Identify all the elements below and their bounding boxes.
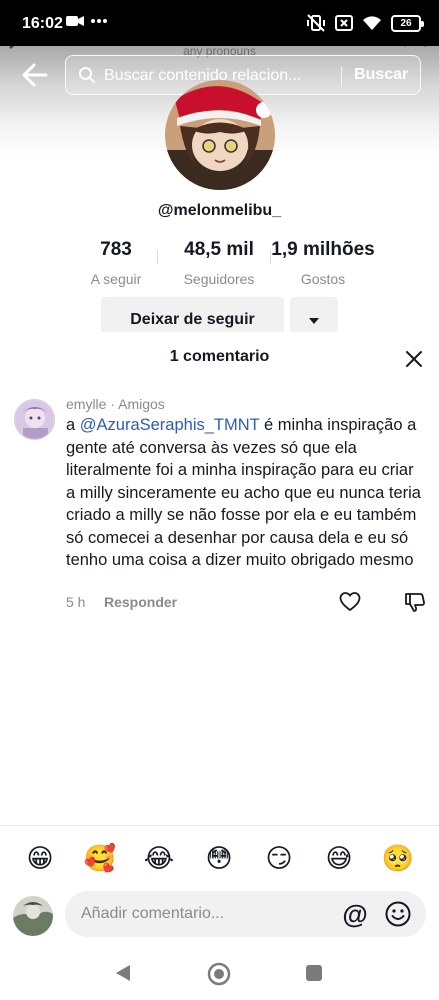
stat-likes[interactable]: 1,9 milhões Gostos — [268, 239, 378, 287]
smiley-icon[interactable] — [384, 900, 412, 928]
search-button[interactable]: Buscar — [354, 66, 408, 84]
search-icon — [79, 67, 95, 83]
emoji-pleading-button[interactable]: 🥺 — [381, 842, 415, 876]
profile-background: any pronouns Buscar contenido relacion..… — [0, 46, 439, 336]
stat-followers[interactable]: 48,5 mil Seguidores — [164, 239, 274, 287]
status-bar: 16:02 26 — [0, 0, 439, 46]
comment-input-placeholder: Añadir comentario... — [81, 905, 225, 922]
status-left-icons — [66, 14, 108, 28]
nav-recents-icon[interactable] — [305, 964, 323, 982]
profile-avatar[interactable] — [165, 80, 275, 190]
emoji-hearts-button[interactable]: 🥰 — [83, 842, 117, 876]
comment-author-meta[interactable]: emylle · Amigos — [66, 396, 165, 412]
stat-divider — [157, 250, 158, 264]
profile-username: @melonmelibu_ — [157, 202, 282, 219]
stat-value: 1,9 milhões — [271, 239, 375, 260]
wifi-icon — [363, 16, 381, 30]
emoji-grin-button[interactable]: 😁 — [23, 842, 57, 876]
emoji-laugh-button[interactable]: 😂 — [142, 842, 176, 876]
current-user-avatar-image — [13, 896, 53, 936]
battery-icon: 26 — [391, 14, 424, 32]
comment-text: a @AzuraSeraphis_TMNT é minha inspiração… — [66, 414, 426, 572]
stat-label: Gostos — [300, 271, 346, 287]
quick-emoji-bar: 😁 🥰 😂 😳 😏 😅 🥺 — [0, 842, 439, 878]
sim-x-icon — [335, 15, 353, 31]
system-nav-bar — [0, 945, 439, 1000]
comment-prefix: a — [66, 416, 80, 434]
thumbs-down-icon[interactable] — [404, 591, 426, 613]
current-user-avatar — [13, 896, 53, 936]
stat-value: 783 — [100, 239, 132, 260]
emoji-smirk-button[interactable]: 😏 — [262, 842, 296, 876]
comment-body: é minha inspiração a gente até conversa … — [66, 416, 421, 569]
battery-level: 26 — [400, 17, 412, 29]
comments-sheet: 1 comentario emylle · Amigos a @AzuraSer… — [0, 332, 439, 1000]
close-icon[interactable] — [404, 349, 424, 369]
emoji-flushed-button[interactable]: 😳 — [202, 842, 236, 876]
emoji-sweat-smile-button[interactable]: 😅 — [322, 842, 356, 876]
heart-icon[interactable] — [339, 591, 361, 613]
more-options-button[interactable] — [290, 297, 338, 336]
mention-at-button[interactable]: @ — [341, 900, 369, 928]
comment-author-avatar[interactable] — [14, 399, 55, 440]
stat-following[interactable]: 783 A seguir — [61, 239, 171, 287]
comment-timestamp: 5 h — [66, 594, 86, 610]
comment-avatar-image — [15, 400, 54, 439]
comment-input[interactable]: Añadir comentario... @ — [65, 891, 426, 937]
comments-title: 1 comentario — [169, 348, 270, 365]
search-divider — [341, 66, 342, 86]
video-camera-icon — [66, 16, 84, 26]
comment-mention-link[interactable]: @AzuraSeraphis_TMNT — [80, 416, 260, 434]
stat-value: 48,5 mil — [184, 239, 254, 260]
composer-divider — [0, 825, 439, 826]
caret-down-icon — [309, 318, 319, 324]
back-arrow-icon[interactable] — [18, 60, 52, 90]
stat-label: A seguir — [90, 271, 142, 287]
reply-button[interactable]: Responder — [104, 594, 177, 610]
nav-back-icon[interactable] — [114, 963, 132, 983]
status-right-icons: 26 — [306, 13, 424, 33]
nav-home-icon[interactable] — [207, 962, 231, 986]
status-time: 16:02 — [22, 15, 63, 32]
more-dots-icon — [91, 19, 107, 23]
vibrate-off-icon — [307, 14, 325, 32]
profile-avatar-image — [165, 80, 275, 190]
unfollow-button[interactable]: Deixar de seguir — [101, 297, 284, 336]
stat-label: Seguidores — [183, 271, 255, 287]
